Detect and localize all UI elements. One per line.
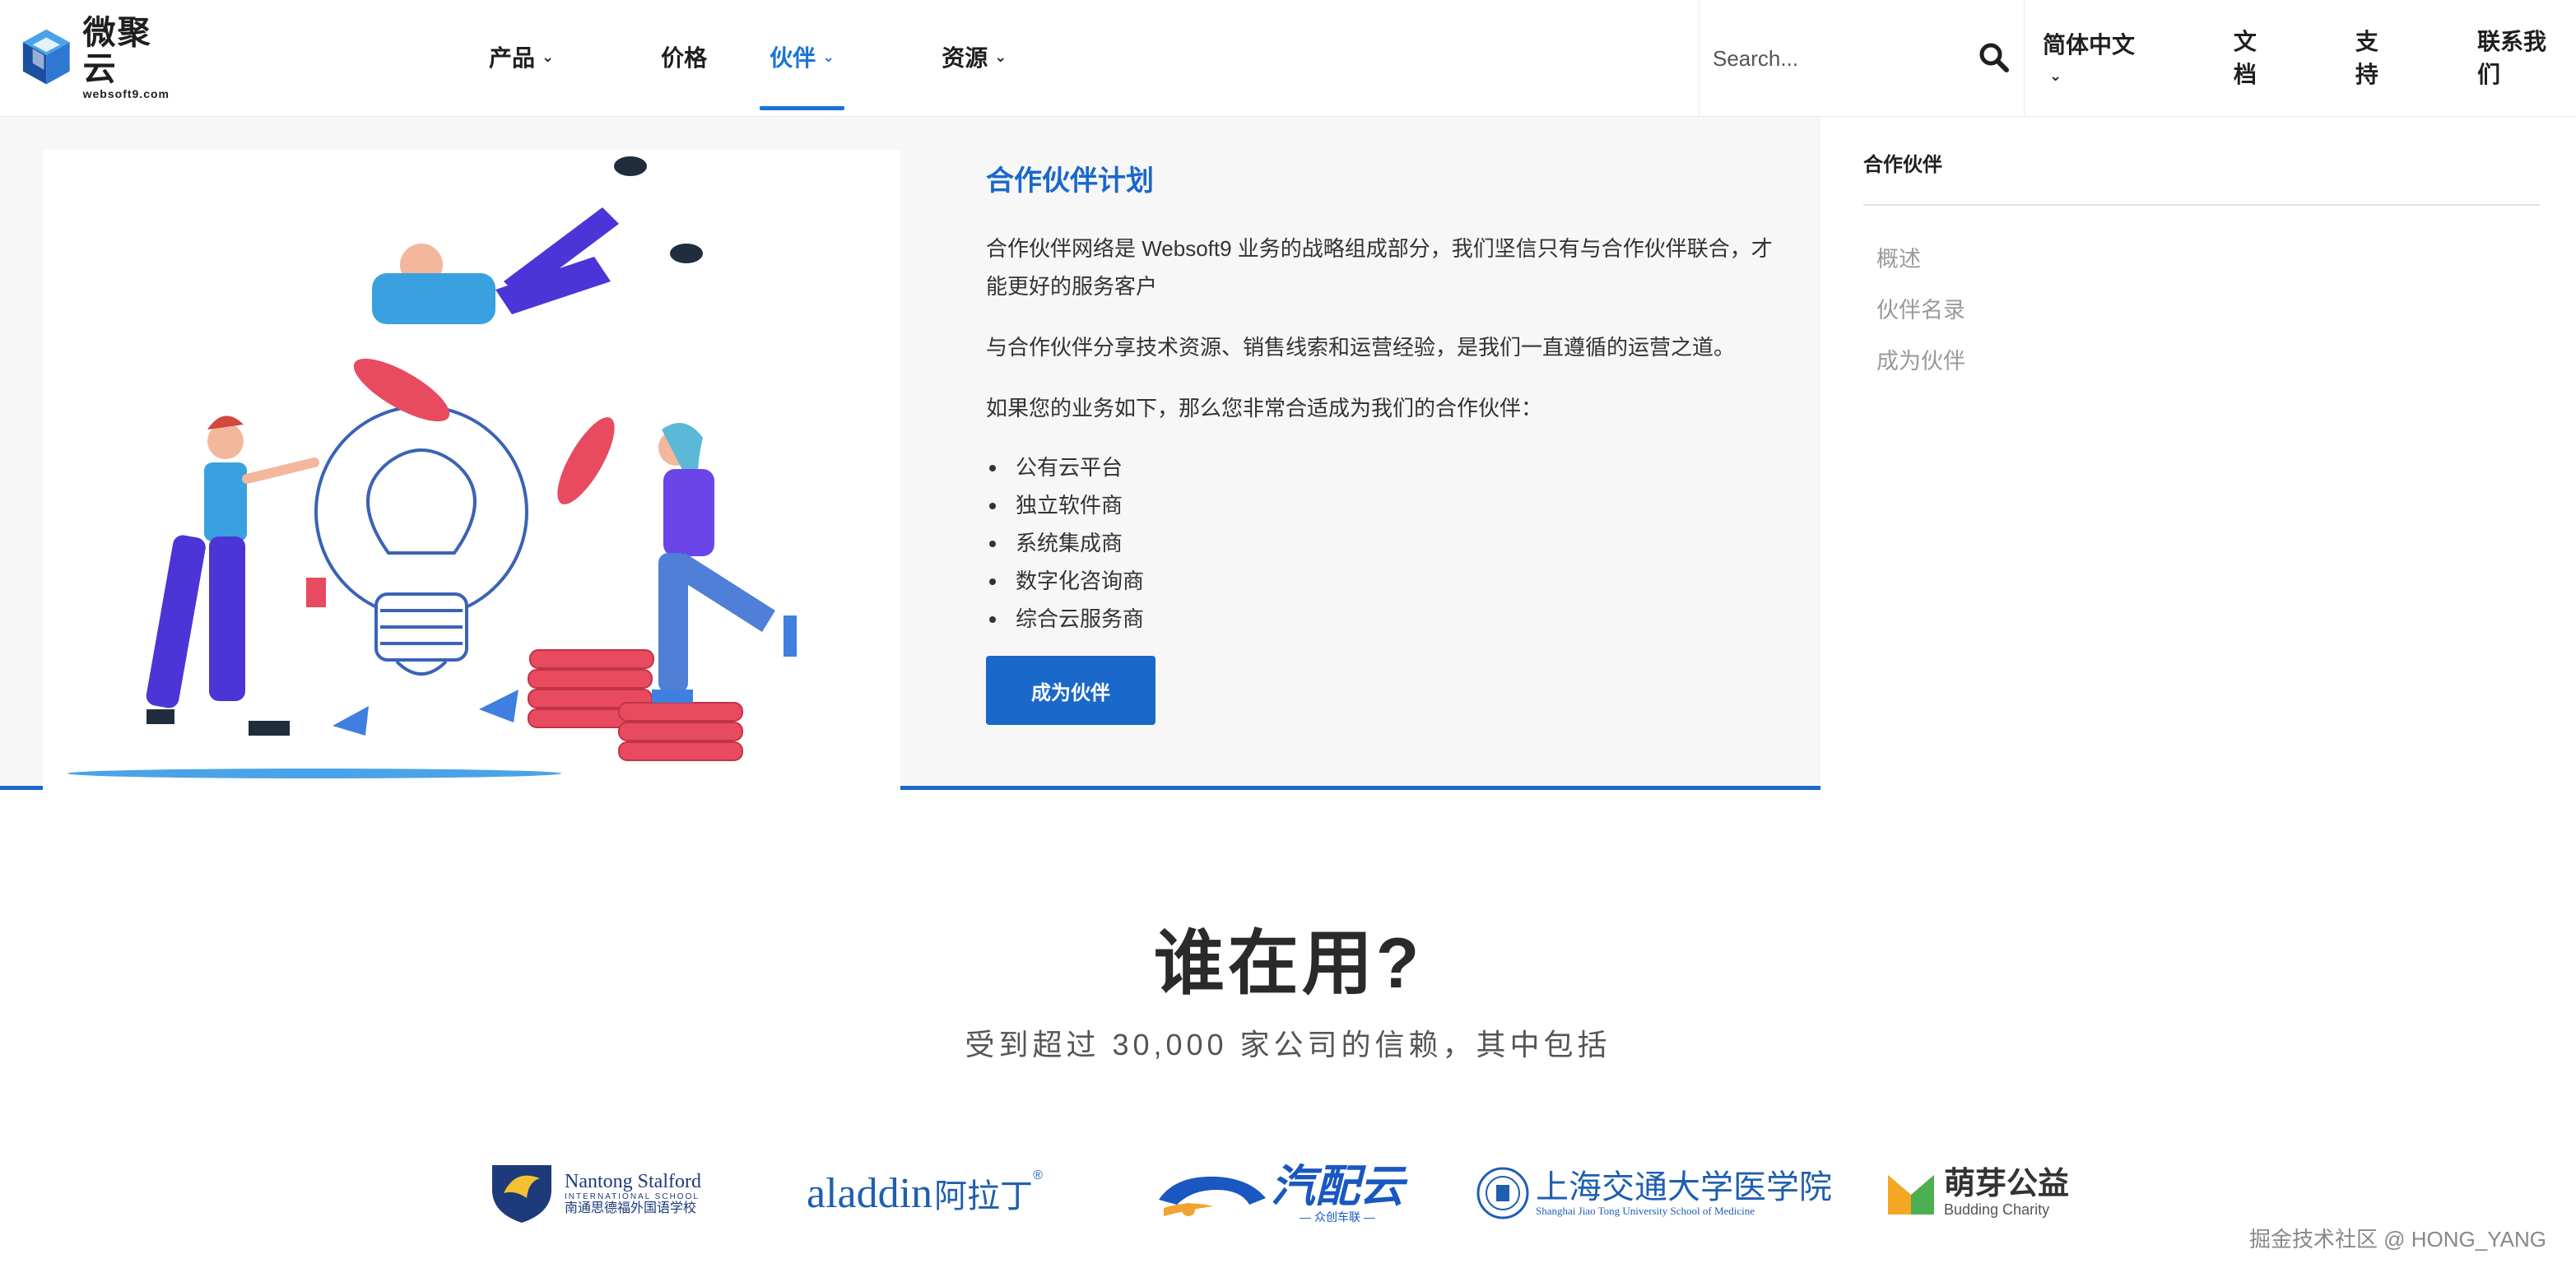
logo-text: Nantong Stalford (565, 1170, 701, 1192)
nav-item-resources[interactable]: 资源 ⌄ (930, 0, 1018, 114)
logo-aladdin: aladdin 阿拉丁 ® (807, 1152, 1043, 1234)
list-item: 系统集成商 (986, 524, 1793, 562)
nav-item-partners[interactable]: 伙伴 ⌄ (758, 0, 846, 114)
brand-logo[interactable]: 微聚云 websoft9.com (20, 15, 184, 100)
business-type-list: 公有云平台 独立软件商 系统集成商 数字化咨询商 综合云服务商 (986, 448, 1793, 638)
cube-logo-icon (22, 29, 70, 85)
logo-text: INTERNATIONAL SCHOOL (565, 1191, 700, 1201)
list-item: 数字化咨询商 (986, 562, 1793, 600)
logo-budding-charity: 萌芽公益 Budding Charity (1885, 1152, 2069, 1234)
side-link-overview[interactable]: 概述 (1876, 234, 1965, 285)
partner-program-heading: 合作伙伴计划 (986, 165, 1154, 197)
contact-link[interactable]: 联系我们 (2467, 24, 2576, 90)
search-input[interactable] (1700, 34, 1963, 83)
chevron-down-icon: ⌄ (2049, 67, 2062, 84)
become-partner-button[interactable]: 成为伙伴 (986, 656, 1155, 725)
search-icon[interactable] (1978, 41, 2011, 74)
partners-mega-menu: 合作伙伴计划 合作伙伴网络是 Websoft9 业务的战略组成部分，我们坚信只有… (0, 117, 2561, 790)
support-link[interactable]: 支持 (2346, 24, 2410, 90)
logo-text: 阿拉丁 (934, 1177, 1034, 1215)
section-title: 谁在用? (1153, 924, 1423, 1003)
logo-text: Shanghai Jiao Tong University School of … (1536, 1204, 1755, 1217)
brand-domain: websoft9.com (82, 87, 170, 100)
language-switcher[interactable]: 简体中文 ⌄ (2033, 27, 2166, 86)
logo-text: Budding Charity (1944, 1201, 2050, 1218)
list-item: 公有云平台 (986, 448, 1793, 486)
nav-item-products[interactable]: 产品 ⌄ (477, 0, 565, 114)
logo-text: 上海交通大学医学院 (1536, 1168, 1832, 1205)
logo-text: 汽配云 (1271, 1161, 1404, 1211)
shield-icon (492, 1165, 551, 1223)
nav-label: 伙伴 (770, 45, 816, 71)
utility-nav: 简体中文 ⌄ 文档 支持 联系我们 (2033, 0, 2576, 114)
teamwork-illustration-image (67, 156, 797, 778)
brand-name: 微聚云 (82, 15, 152, 87)
eligibility-paragraph: 如果您的业务如下，那么您非常合适成为我们的合作伙伴： (986, 396, 1543, 420)
logo-qipeiyun: 汽配云 — 众创车联 — (1155, 1152, 1404, 1234)
logo-nantong-stalford: Nantong Stalford INTERNATIONAL SCHOOL 南通… (487, 1152, 701, 1234)
docs-link[interactable]: 文档 (2224, 24, 2288, 90)
logo-sjtu-medicine: 上海交通大学医学院 Shanghai Jiao Tong University … (1476, 1152, 1832, 1234)
resources-paragraph: 与合作伙伴分享技术资源、销售线索和运营经验，是我们一直遵循的运营之道。 (986, 335, 1736, 360)
search-box (1699, 0, 2025, 117)
car-icon (1159, 1176, 1266, 1216)
logo-text: — 众创车联 — (1300, 1210, 1375, 1224)
chevron-down-icon: ⌄ (822, 48, 835, 65)
customers-section: 谁在用? 受到超过 30,000 家公司的信赖，其中包括 (0, 905, 2576, 1064)
nav-label: 资源 (942, 45, 988, 71)
main-nav: 产品 ⌄ 价格 伙伴 ⌄ 资源 ⌄ (477, 0, 1102, 114)
site-header: 微聚云 websoft9.com 产品 ⌄ 价格 伙伴 ⌄ 资源 ⌄ 简体中文 (0, 0, 2576, 117)
side-link-become-partner[interactable]: 成为伙伴 (1876, 336, 1965, 387)
partners-side-panel: 合作伙伴 概述 伙伴名录 成为伙伴 (1820, 117, 2561, 790)
side-panel-title: 合作伙伴 (1863, 154, 1942, 176)
logo-text: ® (1033, 1168, 1043, 1182)
language-label: 简体中文 (2043, 32, 2136, 58)
logo-text: 南通思德福外国语学校 (565, 1201, 697, 1215)
logo-text: aladdin (807, 1169, 933, 1217)
list-item: 独立软件商 (986, 486, 1793, 524)
side-link-directory[interactable]: 伙伴名录 (1876, 285, 1965, 336)
section-subtitle: 受到超过 30,000 家公司的信赖，其中包括 (965, 1028, 1611, 1061)
partner-program-content: 合作伙伴计划 合作伙伴网络是 Websoft9 业务的战略组成部分，我们坚信只有… (986, 150, 1793, 725)
intro-paragraph: 合作伙伴网络是 Websoft9 业务的战略组成部分，我们坚信只有与合作伙伴联合… (986, 236, 1773, 299)
side-links: 概述 伙伴名录 成为伙伴 (1876, 234, 1965, 387)
logo-text: 萌芽公益 (1944, 1167, 2070, 1202)
divider (1863, 204, 2540, 206)
watermark-text: 掘金技术社区 @ HONG_YANG (2248, 1227, 2546, 1252)
chevron-down-icon: ⌄ (994, 48, 1007, 65)
chevron-down-icon: ⌄ (542, 48, 555, 65)
partners-illustration (43, 150, 900, 790)
university-seal-icon (1476, 1167, 1529, 1219)
nav-label: 产品 (489, 45, 536, 71)
nav-item-pricing[interactable]: 价格 (649, 0, 718, 114)
nav-label: 价格 (661, 45, 708, 71)
customer-logo-row: Nantong Stalford INTERNATIONAL SCHOOL 南通… (0, 1152, 2576, 1234)
list-item: 综合云服务商 (986, 600, 1793, 638)
sprout-m-icon (1888, 1175, 1934, 1215)
